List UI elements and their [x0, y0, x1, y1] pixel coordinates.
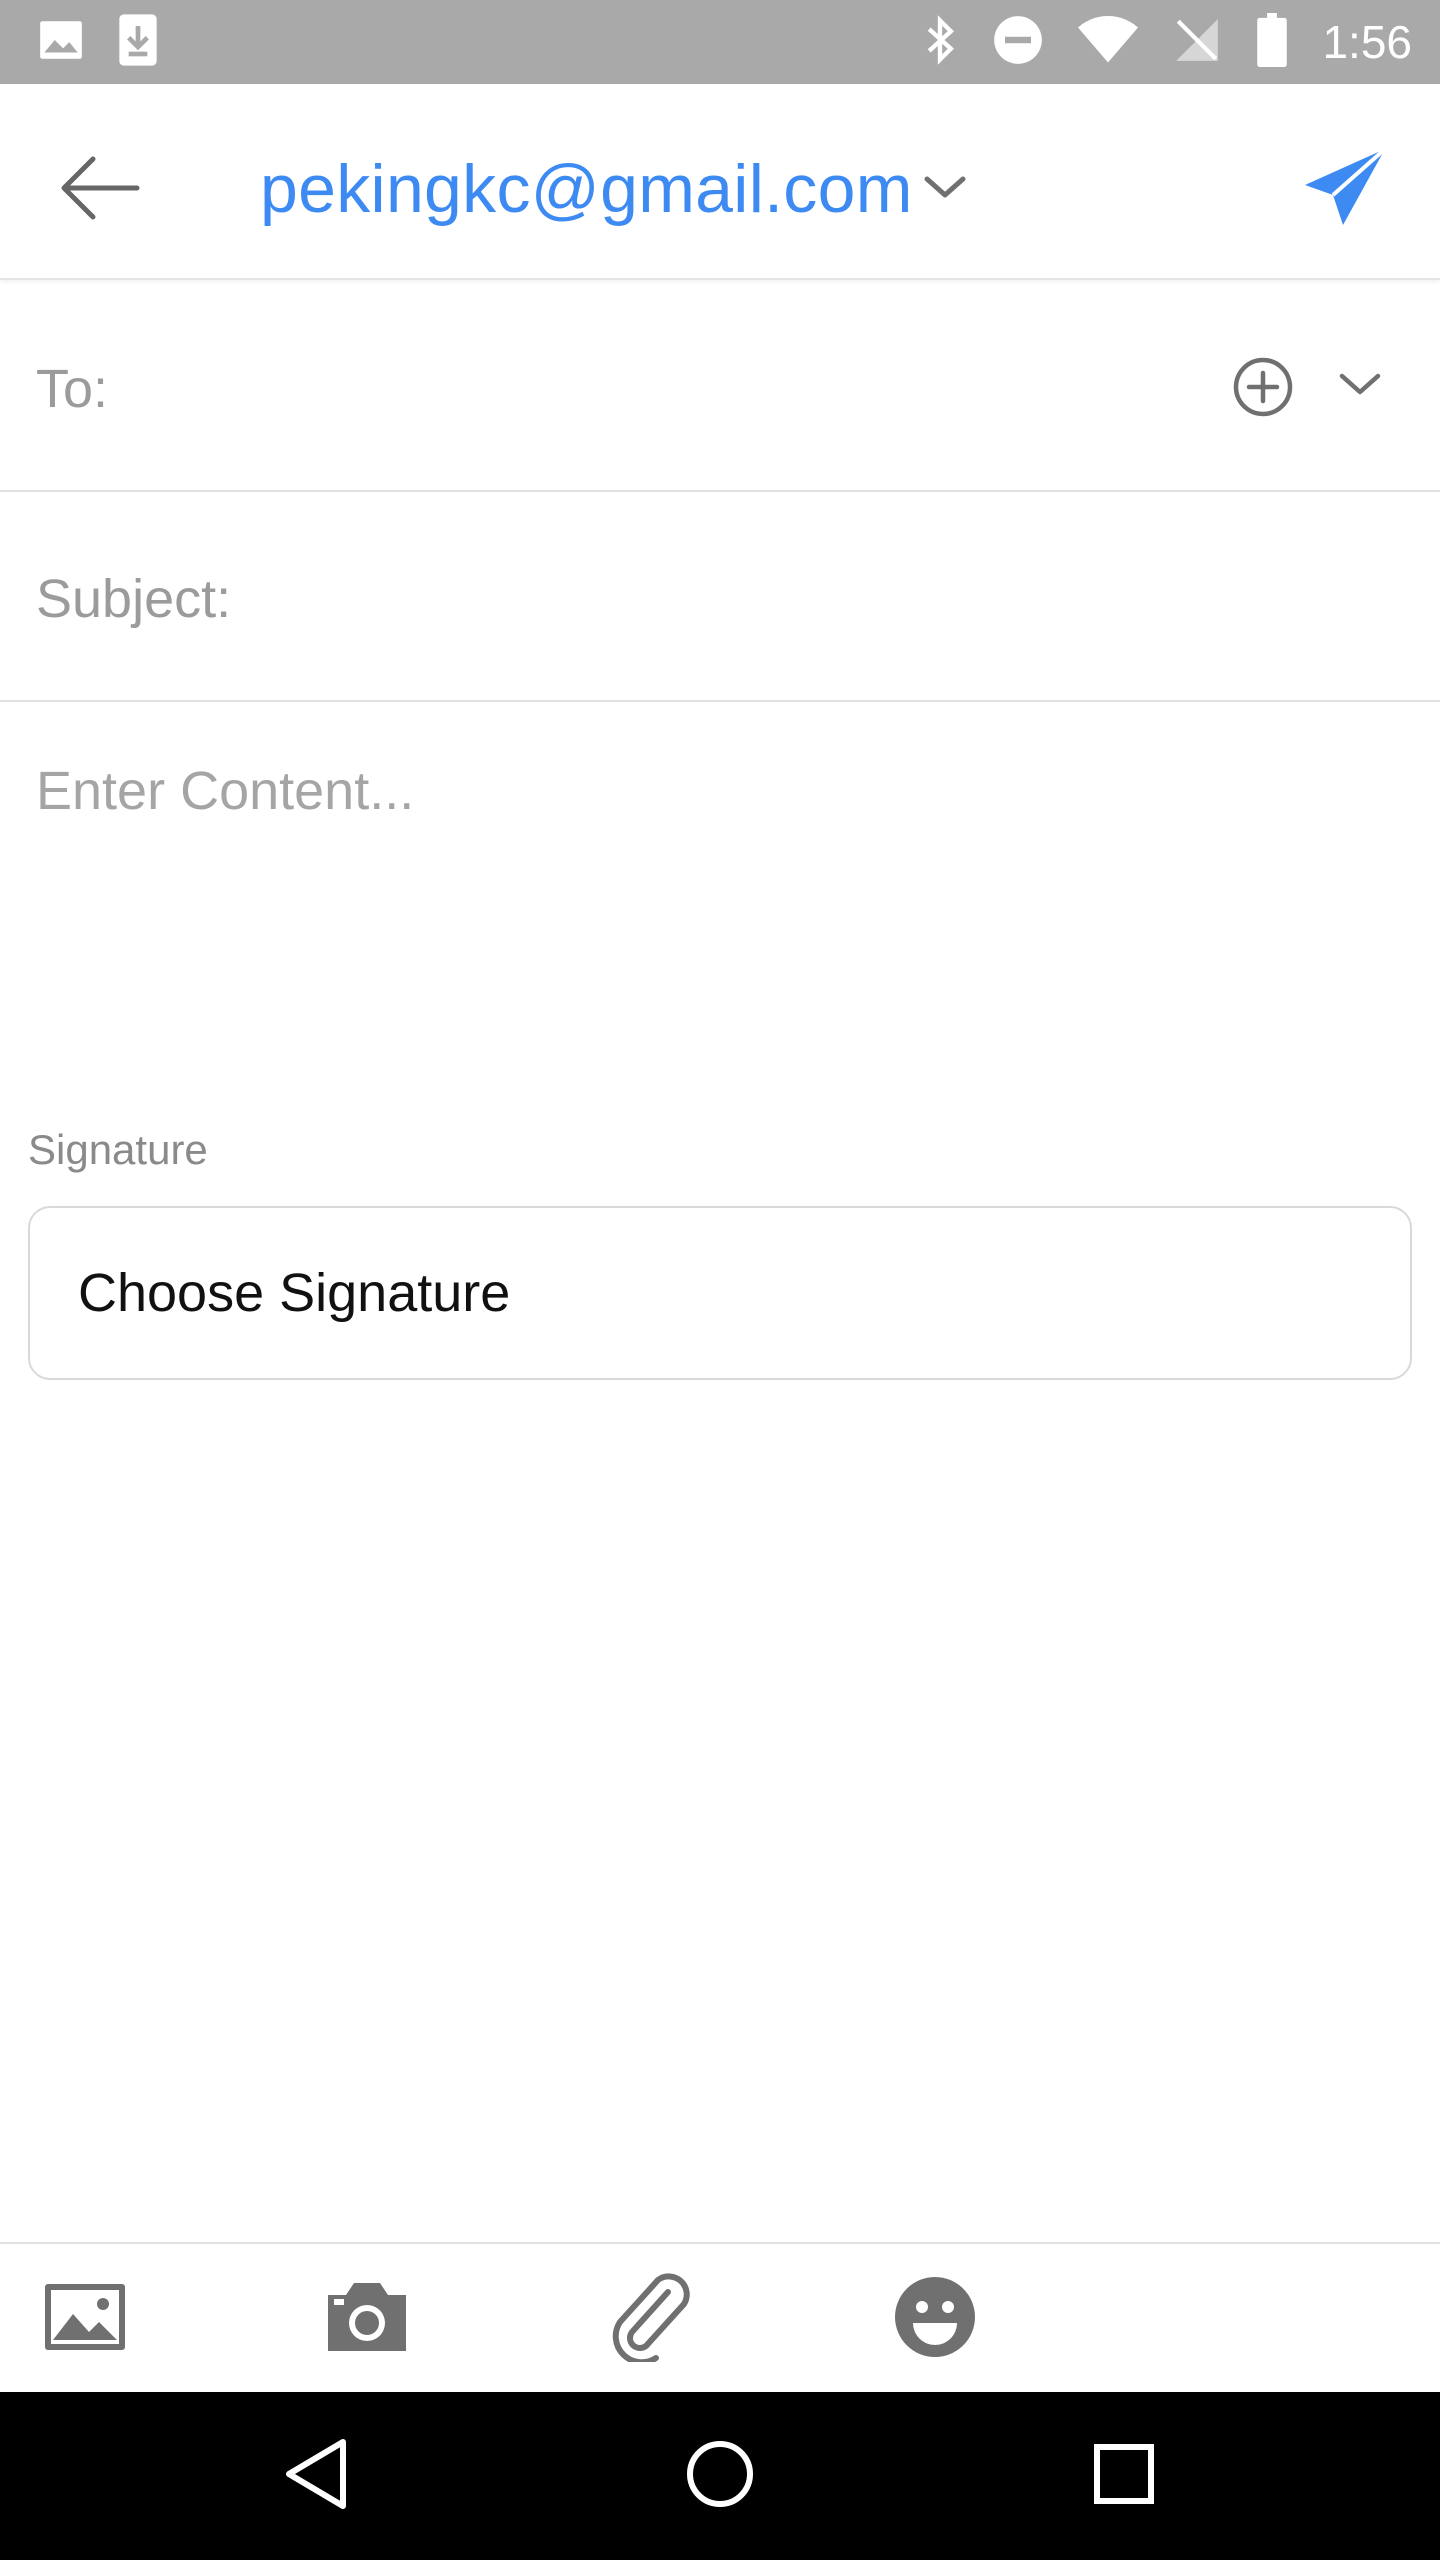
battery-icon	[1256, 12, 1288, 72]
navigation-bar	[0, 2392, 1440, 2560]
chevron-down-icon	[1337, 370, 1383, 405]
subject-field-row: Subject:	[0, 492, 1440, 702]
emoji-icon	[893, 2275, 977, 2364]
choose-signature-text: Choose Signature	[78, 1263, 511, 1323]
chevron-down-icon	[923, 171, 967, 208]
square-recents-icon	[1092, 2442, 1156, 2511]
image-icon	[43, 2282, 127, 2357]
subject-input[interactable]	[250, 550, 1400, 650]
no-sim-icon	[1172, 15, 1222, 70]
status-time: 1:56	[1322, 16, 1412, 68]
triangle-back-icon	[281, 2436, 351, 2517]
paperclip-icon	[606, 2272, 696, 2367]
app-bar: pekingkc@gmail.com	[0, 84, 1440, 280]
nav-back-button[interactable]	[266, 2426, 366, 2526]
insert-image-button[interactable]	[40, 2274, 130, 2364]
content-input[interactable]	[36, 760, 1406, 1080]
to-input[interactable]	[150, 340, 1150, 440]
paper-plane-icon	[1303, 147, 1387, 232]
status-bar: 1:56	[0, 0, 1440, 84]
send-button[interactable]	[1290, 134, 1400, 244]
attach-file-button[interactable]	[606, 2272, 696, 2367]
to-field-row: To:	[0, 280, 1440, 492]
nav-home-button[interactable]	[670, 2426, 770, 2526]
choose-signature-button[interactable]: Choose Signature	[28, 1206, 1412, 1380]
account-email: pekingkc@gmail.com	[260, 151, 913, 227]
circle-home-icon	[685, 2439, 755, 2514]
compose-screen: 1:56 pekingkc@gmail.com To: Subject: Ent…	[0, 0, 1440, 2560]
camera-icon	[324, 2281, 410, 2358]
emoji-button[interactable]	[890, 2274, 980, 2364]
bluetooth-icon	[922, 14, 958, 71]
plus-circle-icon	[1228, 357, 1298, 426]
compose-toolbar	[0, 2242, 1440, 2392]
add-recipient-button[interactable]	[1228, 352, 1298, 422]
camera-button[interactable]	[322, 2274, 412, 2364]
back-button[interactable]	[50, 140, 150, 240]
signature-label: Signature	[28, 1126, 208, 1173]
nav-recents-button[interactable]	[1074, 2426, 1174, 2526]
image-notification-icon	[36, 15, 86, 70]
subject-label: Subject:	[36, 569, 232, 629]
arrow-left-icon	[57, 153, 143, 228]
status-notifications	[36, 12, 160, 73]
wifi-icon	[1078, 15, 1139, 70]
expand-recipients-button[interactable]	[1330, 352, 1390, 422]
account-selector[interactable]: pekingkc@gmail.com	[260, 144, 967, 234]
to-label: To:	[36, 359, 109, 419]
download-notification-icon	[116, 12, 160, 73]
status-system: 1:56	[922, 12, 1412, 72]
do-not-disturb-icon	[992, 14, 1044, 71]
